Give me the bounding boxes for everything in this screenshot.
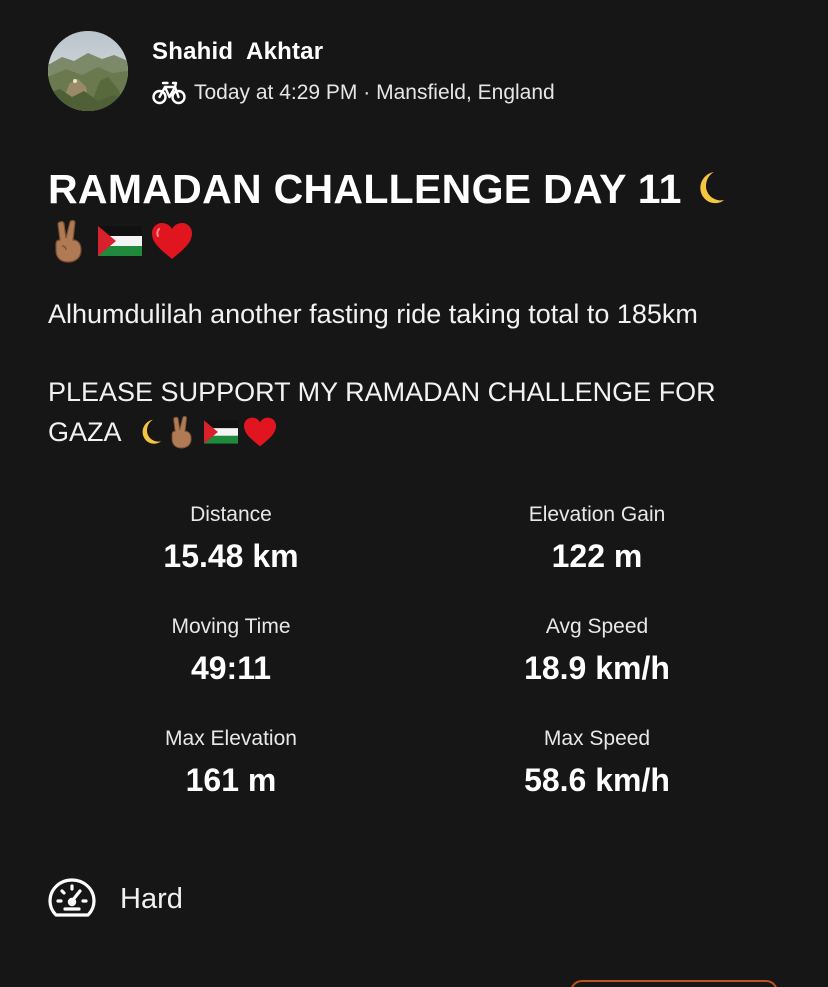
stat-value: 18.9 km/h [524, 650, 670, 686]
stat-value: 161 m [185, 762, 277, 798]
gauge-icon [48, 878, 96, 917]
palestine-flag-icon [203, 420, 238, 444]
crescent-moon-icon [700, 172, 724, 204]
bike-icon [152, 81, 186, 105]
description-line: Alhumdulilah another fasting ride taking… [48, 299, 698, 329]
avatar[interactable] [48, 31, 128, 111]
action-button-partial[interactable] [570, 980, 778, 987]
palestine-flag-icon [98, 226, 142, 256]
stat-label: Distance [190, 503, 272, 526]
athlete-name[interactable]: Shahid Akhtar [152, 38, 323, 66]
activity-header: Shahid Akhtar Today at 4:29 PM · Mansfie… [48, 31, 788, 113]
avatar-landscape-image [48, 31, 128, 111]
stat-label: Elevation Gain [528, 503, 666, 526]
stat-label: Avg Speed [545, 615, 649, 638]
stat-value: 15.48 km [163, 538, 299, 574]
stat-label: Max Speed [543, 727, 651, 750]
stat-elevation-gain: Elevation Gain 122 m [414, 500, 780, 574]
activity-title-block: RAMADAN CHALLENGE DAY 11 [48, 162, 788, 266]
description-line: PLEASE SUPPORT MY RAMADAN CHALLENGE FOR [48, 377, 716, 407]
activity-meta: Today at 4:29 PM · Mansfield, England [152, 78, 555, 108]
stat-distance: Distance 15.48 km [48, 500, 414, 574]
stat-max-speed: Max Speed 58.6 km/h [414, 724, 780, 798]
perceived-effort[interactable]: Hard [48, 876, 183, 922]
red-heart-icon [243, 417, 276, 447]
stat-value: 58.6 km/h [524, 762, 670, 798]
stat-avg-speed: Avg Speed 18.9 km/h [414, 612, 780, 686]
stat-label: Moving Time [171, 615, 291, 638]
stat-label: Max Elevation [165, 727, 297, 750]
red-heart-icon [152, 223, 192, 259]
activity-description: Alhumdulilah another fasting ride taking… [48, 294, 808, 452]
victory-hand-icon [171, 415, 192, 449]
activity-title: RAMADAN CHALLENGE DAY 11 [48, 166, 682, 212]
activity-title-line: RAMADAN CHALLENGE DAY 11 [48, 162, 788, 216]
description-line: GAZA [48, 412, 808, 452]
stat-max-elevation: Max Elevation 161 m [48, 724, 414, 798]
victory-hand-icon [55, 219, 82, 263]
description-text: GAZA [48, 417, 122, 447]
title-emoji-line [48, 216, 788, 266]
activity-time-location: Today at 4:29 PM · Mansfield, England [194, 81, 555, 104]
stat-value: 122 m [551, 538, 643, 574]
effort-label: Hard [120, 882, 183, 915]
stat-moving-time: Moving Time 49:11 [48, 612, 414, 686]
crescent-moon-icon [142, 419, 161, 444]
stat-value: 49:11 [190, 650, 272, 686]
